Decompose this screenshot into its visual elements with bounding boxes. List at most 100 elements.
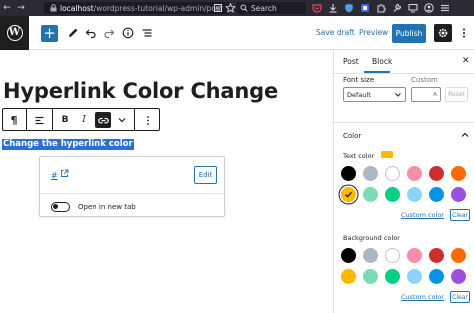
- color-swatch[interactable]: [385, 166, 400, 181]
- add-block-button[interactable]: +: [41, 25, 58, 42]
- color-swatch[interactable]: [363, 187, 378, 202]
- search-input[interactable]: Search: [236, 2, 306, 14]
- download-icon[interactable]: [328, 3, 338, 13]
- color-swatch[interactable]: [407, 248, 422, 263]
- color-swatch-selected[interactable]: [341, 187, 356, 202]
- active-tab-indicator: [364, 71, 390, 73]
- color-swatch[interactable]: [429, 187, 444, 202]
- undo-icon[interactable]: [83, 25, 99, 41]
- color-swatch[interactable]: [429, 248, 444, 263]
- color-swatch[interactable]: [363, 269, 378, 284]
- save-draft-button[interactable]: Save draft: [316, 28, 355, 37]
- text-color-label: Text color: [343, 152, 375, 160]
- vertical-ellipsis-icon: [463, 28, 465, 38]
- back-arrow-icon[interactable]: ←: [0, 0, 14, 16]
- bookmark-star-icon[interactable]: [225, 2, 236, 14]
- search-icon: [240, 4, 248, 12]
- settings-button[interactable]: [434, 24, 452, 42]
- open-in-new-tab-toggle[interactable]: [51, 202, 70, 212]
- block-options-button[interactable]: [140, 112, 156, 128]
- link-url[interactable]: #: [51, 171, 58, 180]
- link-popover: # Edit Open in new tab: [39, 156, 225, 217]
- close-icon[interactable]: ✕: [462, 56, 470, 66]
- tab-post[interactable]: Post: [343, 57, 359, 66]
- browser-extension-icons: [312, 0, 450, 16]
- align-text-icon[interactable]: [31, 112, 47, 128]
- color-swatch[interactable]: [385, 187, 400, 202]
- text-custom-color-link[interactable]: Custom color: [401, 211, 444, 219]
- text-color-clear-button[interactable]: Clear: [450, 209, 470, 221]
- link-button[interactable]: [95, 112, 111, 128]
- info-icon[interactable]: [120, 25, 136, 41]
- forward-arrow-icon[interactable]: →: [14, 0, 28, 16]
- text-color-indicator: [381, 151, 393, 158]
- color-swatch[interactable]: [341, 248, 356, 263]
- extension-shield-icon[interactable]: [344, 3, 354, 13]
- paragraph-block-icon[interactable]: ¶: [6, 112, 22, 128]
- open-in-new-tab-label: Open in new tab: [78, 203, 136, 211]
- color-swatch[interactable]: [451, 166, 466, 181]
- chevron-up-icon[interactable]: [460, 130, 470, 140]
- url-path: /wordpress-tutorial/wp-admin/post: [93, 3, 223, 13]
- extension-wrench-icon[interactable]: [392, 3, 402, 13]
- background-color-palette-row-1: [341, 248, 466, 263]
- account-icon[interactable]: [424, 3, 434, 13]
- reader-view-icon[interactable]: [213, 2, 223, 14]
- extension-monitor-icon[interactable]: [408, 3, 418, 13]
- wordpress-logo-icon: W: [6, 25, 23, 41]
- background-color-clear-button[interactable]: Clear: [450, 291, 470, 303]
- italic-button[interactable]: I: [76, 112, 92, 128]
- color-swatch[interactable]: [385, 248, 400, 263]
- wordpress-logo-button[interactable]: W: [0, 16, 29, 50]
- color-swatch[interactable]: [385, 269, 400, 284]
- font-size-label: Font size: [343, 76, 375, 84]
- selected-paragraph-text[interactable]: Change the hyperlink color: [2, 139, 134, 150]
- background-color-label: Background color: [343, 234, 400, 242]
- color-swatch[interactable]: [407, 187, 422, 202]
- more-options-button[interactable]: [458, 25, 470, 41]
- block-toolbar: ¶ B I: [2, 108, 160, 131]
- background-custom-color-link[interactable]: Custom color: [401, 293, 444, 301]
- list-view-icon[interactable]: [139, 25, 155, 41]
- color-swatch[interactable]: [407, 166, 422, 181]
- color-swatch[interactable]: [451, 187, 466, 202]
- address-bar[interactable]: localhost/wordpress-tutorial/wp-admin/po…: [44, 2, 230, 14]
- font-size-select[interactable]: Default: [343, 87, 406, 102]
- color-panel-title[interactable]: Color: [343, 132, 361, 140]
- font-size-select-value: Default: [347, 90, 371, 99]
- publish-button[interactable]: Publish: [392, 24, 426, 43]
- font-size-reset-button[interactable]: Reset: [445, 87, 468, 102]
- text-color-palette-row-1: [341, 166, 466, 181]
- lock-icon: [50, 4, 57, 12]
- edit-link-button[interactable]: Edit: [194, 166, 217, 184]
- bold-button[interactable]: B: [57, 112, 73, 128]
- url-text: localhost/wordpress-tutorial/wp-admin/po…: [60, 4, 223, 13]
- color-swatch[interactable]: [407, 269, 422, 284]
- pocket-icon[interactable]: [312, 3, 322, 13]
- hamburger-menu-icon[interactable]: [440, 3, 450, 13]
- color-swatch[interactable]: [363, 166, 378, 181]
- chevron-down-icon[interactable]: [114, 112, 130, 128]
- color-swatch[interactable]: [363, 248, 378, 263]
- color-swatch[interactable]: [451, 269, 466, 284]
- browser-toolbar: ← → localhost/wordpress-tutorial/wp-admi…: [0, 0, 474, 16]
- toolbar-divider: [134, 109, 135, 130]
- preview-button[interactable]: Preview: [359, 28, 388, 37]
- extension-puzzle-icon[interactable]: [376, 3, 386, 13]
- chevron-down-icon: [395, 93, 401, 97]
- pencil-tools-icon[interactable]: [65, 25, 81, 41]
- color-swatch[interactable]: [341, 166, 356, 181]
- sidebar-tabs: Post Block ✕: [334, 50, 474, 74]
- checkmark-icon: [345, 191, 353, 198]
- extension-box-icon[interactable]: [360, 3, 370, 13]
- gear-icon: [438, 28, 448, 38]
- sidebar-divider: [334, 122, 474, 123]
- tab-block[interactable]: Block: [372, 57, 392, 66]
- color-swatch[interactable]: [341, 269, 356, 284]
- color-swatch[interactable]: [429, 269, 444, 284]
- color-swatch[interactable]: [429, 166, 444, 181]
- custom-font-size-input[interactable]: A: [411, 87, 441, 102]
- redo-icon[interactable]: [101, 25, 117, 41]
- color-swatch[interactable]: [451, 248, 466, 263]
- post-title[interactable]: Hyperlink Color Change: [3, 79, 278, 103]
